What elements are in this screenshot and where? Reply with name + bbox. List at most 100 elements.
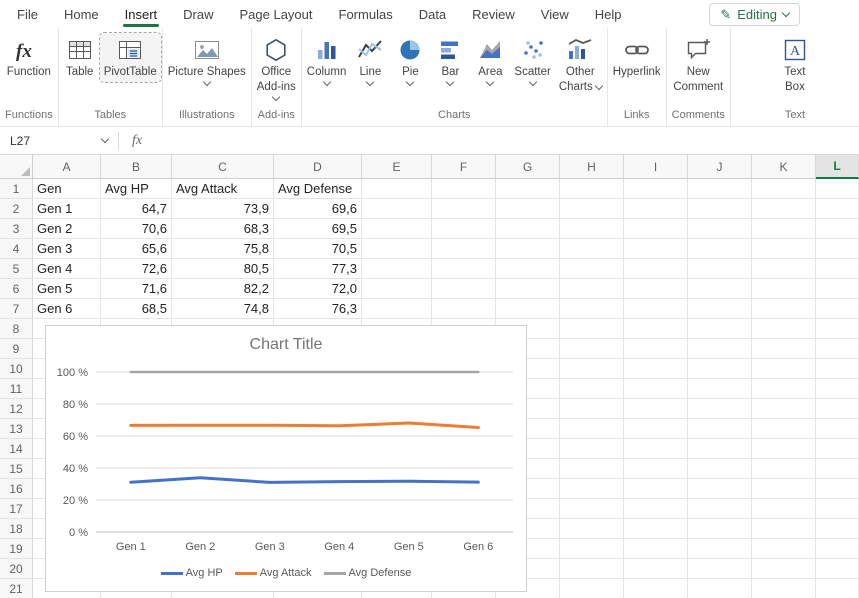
menu-tab-home[interactable]: Home: [51, 2, 112, 27]
cell-I1[interactable]: [624, 179, 688, 199]
menu-tab-draw[interactable]: Draw: [170, 2, 226, 27]
row-header-2[interactable]: 2: [0, 199, 33, 219]
cell-H6[interactable]: [560, 279, 624, 299]
cell-H11[interactable]: [560, 379, 624, 399]
cell-B1[interactable]: Avg HP: [101, 179, 172, 199]
cell-B2[interactable]: 64,7: [101, 199, 172, 219]
cell-B5[interactable]: 72,6: [101, 259, 172, 279]
cell-J4[interactable]: [688, 239, 752, 259]
cell-H20[interactable]: [560, 559, 624, 579]
cell-G3[interactable]: [496, 219, 560, 239]
cell-F7[interactable]: [432, 299, 496, 319]
cell-L4[interactable]: [816, 239, 859, 259]
cell-L7[interactable]: [816, 299, 859, 319]
cell-E7[interactable]: [362, 299, 432, 319]
cell-E5[interactable]: [362, 259, 432, 279]
column-header-L[interactable]: L: [816, 155, 859, 179]
cell-F2[interactable]: [432, 199, 496, 219]
cell-D1[interactable]: Avg Defense: [274, 179, 362, 199]
cell-C7[interactable]: 74,8: [172, 299, 274, 319]
column-chart-button[interactable]: Column: [303, 33, 351, 93]
dropdown-area[interactable]: [530, 82, 536, 91]
cell-K10[interactable]: [752, 359, 816, 379]
cell-L15[interactable]: [816, 459, 859, 479]
function-button[interactable]: fxFunction: [3, 33, 55, 82]
cell-A6[interactable]: Gen 5: [33, 279, 101, 299]
cell-K20[interactable]: [752, 559, 816, 579]
formula-input[interactable]: [155, 127, 859, 154]
fx-icon[interactable]: fx: [119, 133, 155, 149]
cell-H18[interactable]: [560, 519, 624, 539]
cell-H12[interactable]: [560, 399, 624, 419]
cell-K6[interactable]: [752, 279, 816, 299]
cell-L16[interactable]: [816, 479, 859, 499]
cell-G7[interactable]: [496, 299, 560, 319]
cell-B3[interactable]: 70,6: [101, 219, 172, 239]
hyperlink-button[interactable]: Hyperlink: [609, 33, 665, 82]
cell-L14[interactable]: [816, 439, 859, 459]
cell-L21[interactable]: [816, 579, 859, 598]
scatter-chart-button[interactable]: Scatter: [510, 33, 554, 93]
menu-tab-file[interactable]: File: [4, 2, 51, 27]
cell-L2[interactable]: [816, 199, 859, 219]
cell-K15[interactable]: [752, 459, 816, 479]
cell-I21[interactable]: [624, 579, 688, 598]
cell-I2[interactable]: [624, 199, 688, 219]
column-header-D[interactable]: D: [274, 155, 362, 179]
cell-K2[interactable]: [752, 199, 816, 219]
line-chart-button[interactable]: Line: [350, 33, 390, 93]
row-header-5[interactable]: 5: [0, 259, 33, 279]
menu-tab-page-layout[interactable]: Page Layout: [227, 2, 326, 27]
row-header-14[interactable]: 14: [0, 439, 33, 459]
dropdown-area[interactable]: [447, 82, 453, 91]
cell-L20[interactable]: [816, 559, 859, 579]
menu-tab-view[interactable]: View: [528, 2, 582, 27]
cell-H7[interactable]: [560, 299, 624, 319]
cell-E3[interactable]: [362, 219, 432, 239]
cell-K3[interactable]: [752, 219, 816, 239]
cell-I9[interactable]: [624, 339, 688, 359]
cell-A1[interactable]: Gen: [33, 179, 101, 199]
dropdown-area[interactable]: [367, 82, 373, 91]
cell-E6[interactable]: [362, 279, 432, 299]
cell-A5[interactable]: Gen 4: [33, 259, 101, 279]
cell-L1[interactable]: [816, 179, 859, 199]
embedded-chart[interactable]: Chart Title 0 %20 %40 %60 %80 %100 %Gen …: [45, 325, 527, 592]
cell-J10[interactable]: [688, 359, 752, 379]
cell-L12[interactable]: [816, 399, 859, 419]
column-header-A[interactable]: A: [33, 155, 101, 179]
row-header-19[interactable]: 19: [0, 539, 33, 559]
cell-E4[interactable]: [362, 239, 432, 259]
cell-L3[interactable]: [816, 219, 859, 239]
name-box[interactable]: L27: [0, 127, 118, 154]
cell-L5[interactable]: [816, 259, 859, 279]
cell-C1[interactable]: Avg Attack: [172, 179, 274, 199]
cell-E2[interactable]: [362, 199, 432, 219]
cell-H14[interactable]: [560, 439, 624, 459]
cell-J2[interactable]: [688, 199, 752, 219]
cell-A7[interactable]: Gen 6: [33, 299, 101, 319]
cell-I10[interactable]: [624, 359, 688, 379]
column-header-K[interactable]: K: [752, 155, 816, 179]
cell-I8[interactable]: [624, 319, 688, 339]
cell-J17[interactable]: [688, 499, 752, 519]
new-comment-button[interactable]: NewComment: [669, 33, 727, 97]
editing-mode-button[interactable]: ✎ Editing: [709, 3, 800, 26]
column-header-G[interactable]: G: [496, 155, 560, 179]
cell-F6[interactable]: [432, 279, 496, 299]
cell-F4[interactable]: [432, 239, 496, 259]
cell-I4[interactable]: [624, 239, 688, 259]
cell-I16[interactable]: [624, 479, 688, 499]
cell-L19[interactable]: [816, 539, 859, 559]
cell-H9[interactable]: [560, 339, 624, 359]
cell-H17[interactable]: [560, 499, 624, 519]
cell-H2[interactable]: [560, 199, 624, 219]
cell-H8[interactable]: [560, 319, 624, 339]
cell-I12[interactable]: [624, 399, 688, 419]
cell-K1[interactable]: [752, 179, 816, 199]
cell-K9[interactable]: [752, 339, 816, 359]
cell-B7[interactable]: 68,5: [101, 299, 172, 319]
cell-L11[interactable]: [816, 379, 859, 399]
cell-L13[interactable]: [816, 419, 859, 439]
cell-J5[interactable]: [688, 259, 752, 279]
